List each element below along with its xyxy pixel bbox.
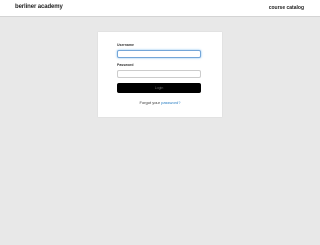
- top-navbar: berliner academy course catalog: [0, 0, 320, 17]
- password-label: Password: [117, 63, 134, 67]
- course-catalog-link[interactable]: course catalog: [269, 5, 304, 11]
- forgot-password-text: Forgot your password?: [98, 100, 222, 105]
- username-label: Username: [117, 43, 134, 47]
- forgot-password-link[interactable]: password?: [161, 100, 180, 105]
- forgot-password-prefix: Forgot your: [139, 100, 162, 105]
- login-card: Username Password Login Forgot your pass…: [98, 32, 222, 117]
- brand-logo[interactable]: berliner academy: [15, 4, 63, 10]
- login-button[interactable]: Login: [117, 83, 201, 93]
- password-input[interactable]: [117, 70, 201, 78]
- username-input[interactable]: [117, 50, 201, 58]
